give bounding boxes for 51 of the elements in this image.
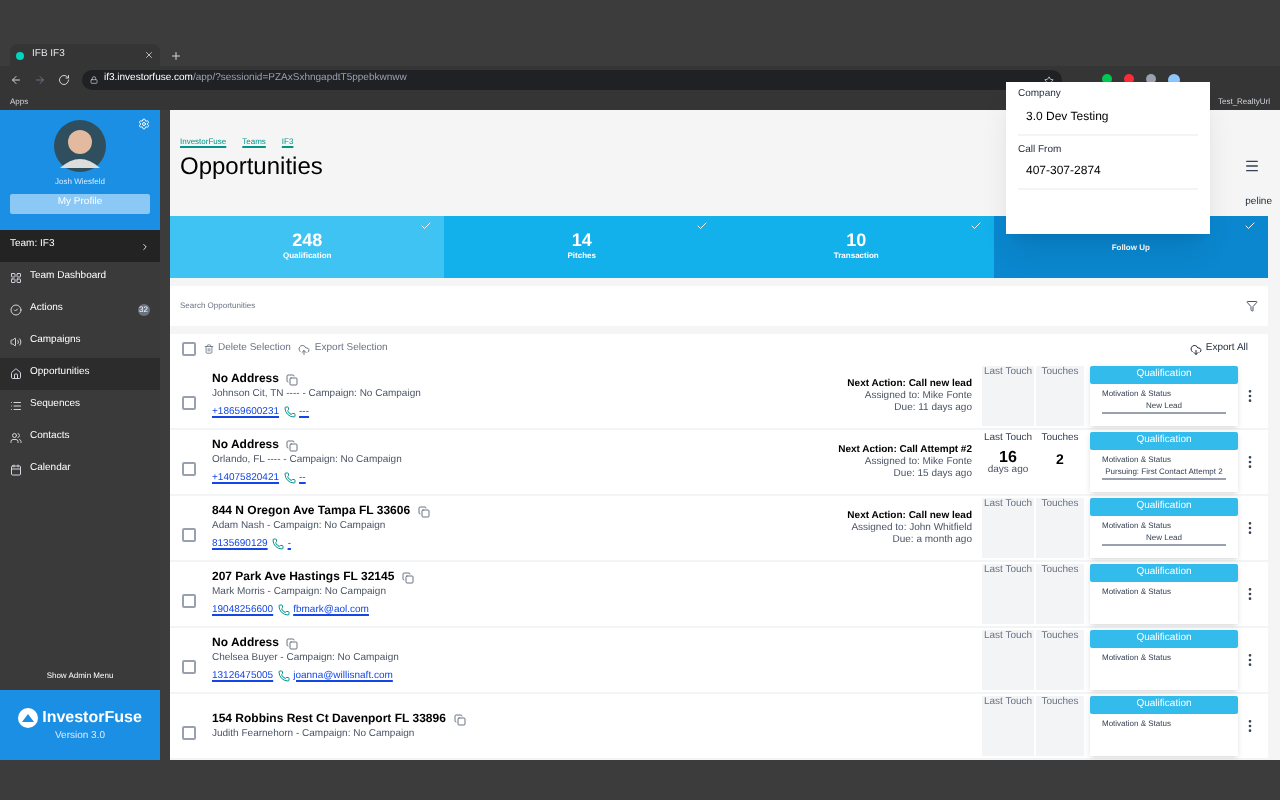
new-tab-icon[interactable] (170, 50, 182, 62)
last-touch-value: 16 (999, 449, 1017, 465)
avatar-icon (54, 120, 106, 172)
check-icon (969, 220, 982, 232)
cloud-icon (298, 343, 311, 355)
check-icon (1244, 220, 1256, 232)
menu-icon[interactable] (1244, 158, 1260, 174)
check-icon (695, 220, 707, 232)
row-checkbox[interactable] (182, 395, 196, 409)
stage-count: 248 (292, 232, 323, 250)
phone-icon[interactable] (271, 538, 284, 550)
nav-icon (10, 272, 22, 284)
phone-icon[interactable] (277, 604, 290, 616)
back-icon[interactable] (10, 74, 22, 86)
settings-icon[interactable] (138, 118, 150, 130)
cloud-icon (1189, 343, 1202, 355)
nav-icon (10, 464, 22, 476)
copy-icon[interactable] (402, 572, 415, 584)
nav-icon (10, 400, 22, 412)
row-checkbox[interactable] (182, 725, 196, 739)
check-icon (420, 220, 433, 232)
chevron-icon (140, 241, 150, 251)
tab-favicon-icon (16, 51, 24, 59)
filter-icon[interactable] (1246, 300, 1258, 312)
logo-text: InvestorFuse (42, 705, 142, 730)
trash-icon (204, 344, 214, 354)
logo-icon (18, 707, 39, 728)
stage-count: 14 (571, 232, 592, 250)
forward-icon[interactable] (34, 74, 46, 86)
nav-icon (10, 368, 22, 380)
copy-icon[interactable] (418, 506, 431, 518)
nav-icon (10, 432, 22, 444)
row-checkbox[interactable] (182, 659, 196, 673)
phone-icon[interactable] (277, 670, 290, 682)
phone-icon[interactable] (283, 406, 296, 418)
bookmark-star-icon[interactable] (1044, 75, 1054, 85)
row-checkbox[interactable] (182, 593, 196, 607)
row-checkbox[interactable] (182, 527, 196, 541)
select-all-checkbox[interactable] (182, 342, 196, 356)
copy-icon[interactable] (286, 638, 299, 650)
copy-icon[interactable] (286, 440, 299, 452)
phone-icon[interactable] (283, 472, 296, 484)
stage-count: 10 (846, 232, 867, 250)
nav-icon (10, 304, 22, 316)
copy-icon[interactable] (286, 374, 299, 386)
nav-icon (10, 336, 22, 348)
page-title: Opportunities (178, 150, 325, 184)
row-checkbox[interactable] (182, 461, 196, 475)
reload-icon[interactable] (58, 74, 70, 86)
copy-icon[interactable] (453, 713, 466, 725)
lock-icon (90, 76, 98, 84)
